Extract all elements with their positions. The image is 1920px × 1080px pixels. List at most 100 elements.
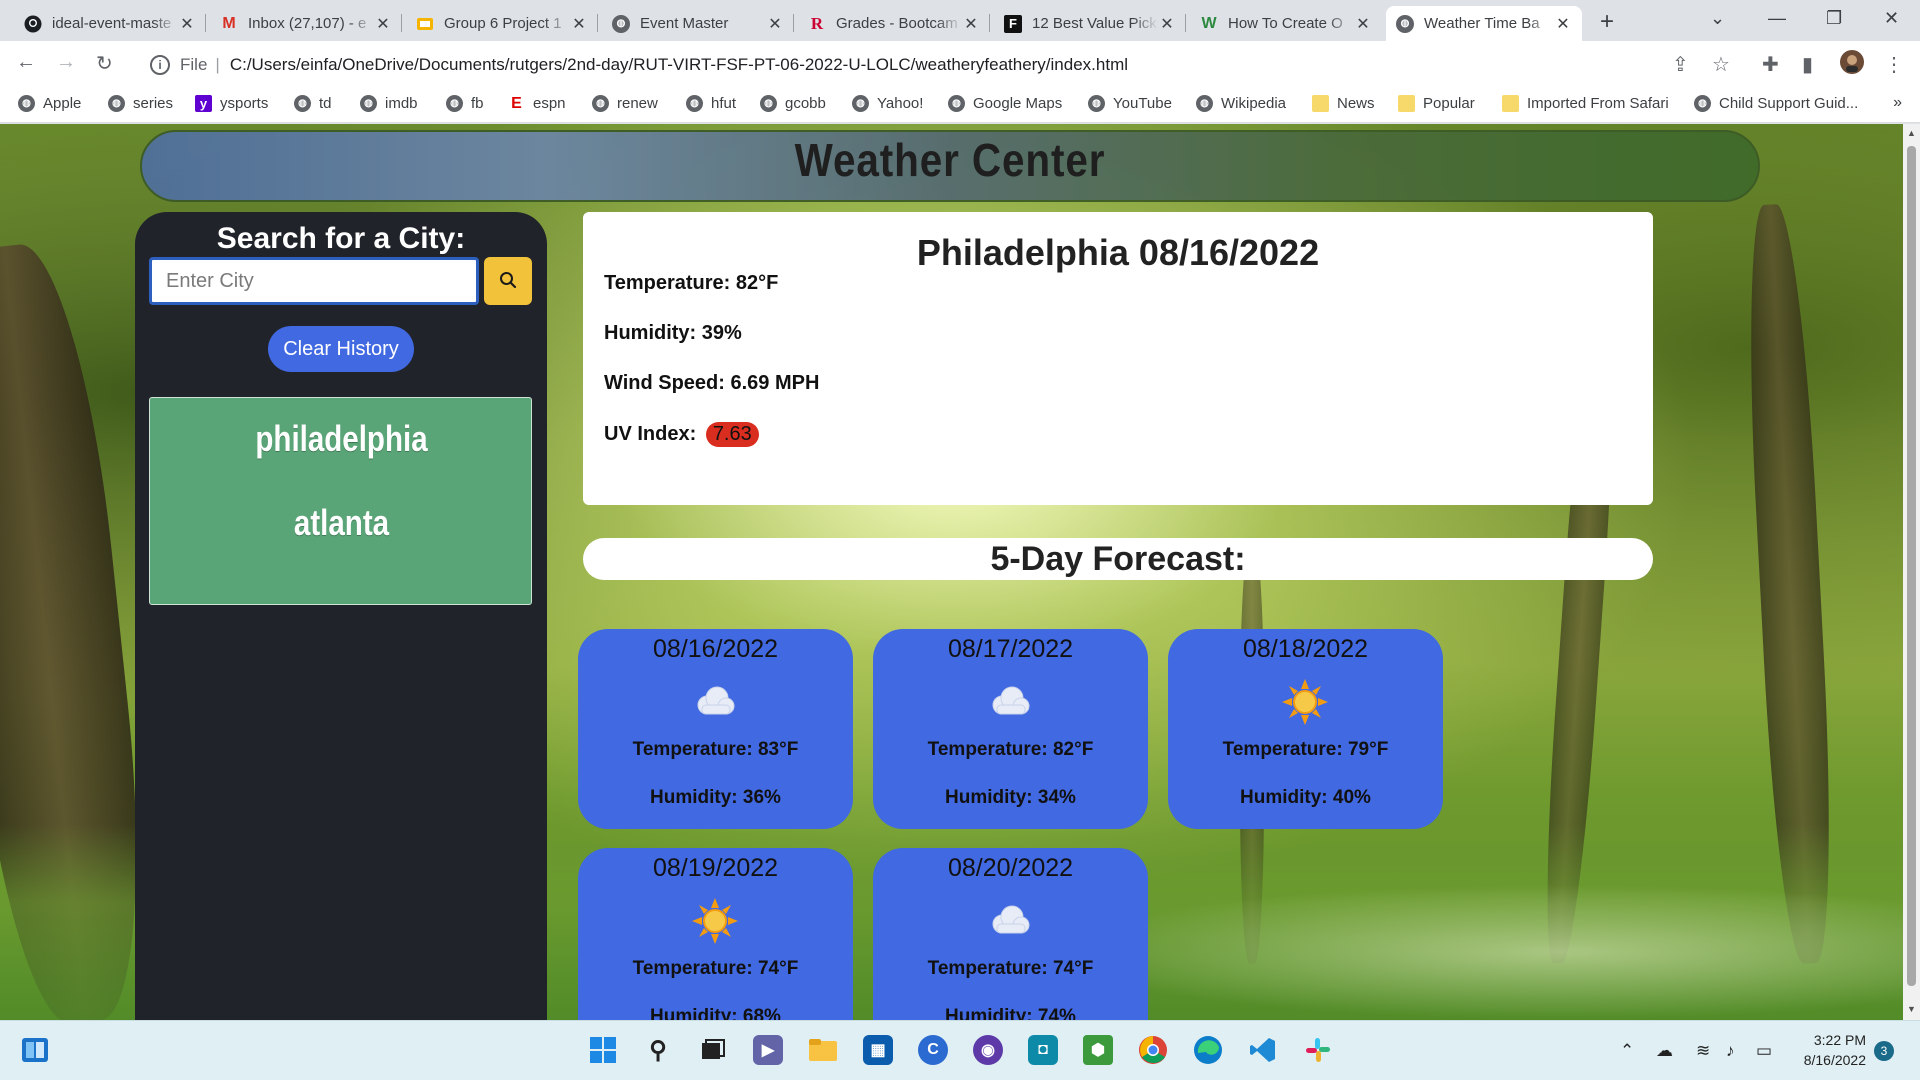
bookmark-wikipedia[interactable]: ◍ Wikipedia [1196, 95, 1286, 112]
tab-title: ideal-event-maste [52, 15, 172, 32]
globe-icon: ◍ [360, 95, 377, 112]
bookmark-espn[interactable]: Eespn [508, 95, 566, 113]
page-scrollbar[interactable]: ▲ ▼ [1903, 124, 1920, 1020]
extensions-icon[interactable]: ✚ [1762, 52, 1779, 77]
history-item-atlanta[interactable]: atlanta [184, 502, 498, 544]
globe-icon: ◍ [612, 14, 630, 33]
node-icon[interactable]: ⬢ [1083, 1035, 1113, 1065]
close-icon[interactable]: ✕ [1554, 14, 1572, 34]
search-icon[interactable]: ⚲ [643, 1035, 673, 1065]
forward-arrow-icon[interactable]: → [56, 51, 76, 74]
sun-icon [690, 896, 740, 946]
window-close-button[interactable]: ✕ [1884, 8, 1899, 29]
current-city-date: Philadelphia 08/16/2022 [916, 232, 1320, 273]
chrome-icon[interactable] [1138, 1035, 1168, 1065]
bookmark-child-support[interactable]: ◍ Child Support Guid... [1694, 95, 1858, 112]
bookmark-label: espn [533, 95, 566, 112]
windows-start-icon[interactable] [588, 1035, 618, 1065]
bookmark-renew[interactable]: ◍ renew [592, 95, 658, 112]
globe-icon: ◍ [852, 95, 869, 112]
bookmark-hfut[interactable]: ◍ hfut [686, 95, 736, 112]
sun-icon [1280, 677, 1330, 727]
teams-chat-icon[interactable]: ▶ [753, 1035, 783, 1065]
tab-github[interactable]: ideal-event-maste ✕ [14, 6, 206, 41]
new-tab-button[interactable]: + [1600, 8, 1614, 36]
store-icon[interactable]: ▦ [863, 1035, 893, 1065]
avatar[interactable] [1840, 50, 1864, 80]
forecast-humidity: Humidity: 68% [650, 1006, 781, 1020]
restore-button[interactable]: ❐ [1826, 8, 1842, 29]
bookmark-series[interactable]: ◍ series [108, 95, 173, 112]
edge-icon[interactable] [1193, 1035, 1223, 1065]
search-button[interactable] [484, 257, 532, 305]
scroll-up-icon[interactable]: ▲ [1907, 128, 1916, 138]
tab-grades[interactable]: R Grades - Bootcam ✕ [798, 6, 990, 41]
bookmark-google-maps[interactable]: ◍ Google Maps [948, 95, 1062, 112]
close-icon[interactable]: ✕ [1354, 14, 1372, 34]
tab-gmail[interactable]: M Inbox (27,107) - e ✕ [210, 6, 402, 41]
taskbar-clock[interactable]: 3:22 PM 8/16/2022 [1790, 1030, 1866, 1070]
close-icon[interactable]: ✕ [962, 14, 980, 34]
reload-icon[interactable]: ↻ [96, 51, 113, 76]
bookmark-apple[interactable]: ◍ Apple [18, 95, 81, 112]
scroll-down-icon[interactable]: ▼ [1907, 1004, 1916, 1014]
chevron-up-icon[interactable]: ⌃ [1620, 1041, 1634, 1061]
vscode-icon[interactable] [1248, 1035, 1278, 1065]
task-view-icon[interactable] [698, 1035, 728, 1065]
tab-slides[interactable]: Group 6 Project 1 ✕ [406, 6, 598, 41]
bookmark-imported[interactable]: Imported From Safari [1502, 95, 1669, 112]
tab-how-to[interactable]: W How To Create O ✕ [1190, 6, 1382, 41]
bookmark-gcobb[interactable]: ◍ gcobb [760, 95, 826, 112]
scrollbar-thumb[interactable] [1907, 146, 1916, 986]
globe-icon: ◍ [686, 95, 703, 112]
widgets-icon[interactable] [20, 1035, 50, 1065]
star-icon[interactable]: ☆ [1712, 52, 1730, 77]
close-icon[interactable]: ✕ [1158, 14, 1176, 34]
battery-icon[interactable]: ▭ [1756, 1041, 1772, 1061]
bookmark-yahoo[interactable]: ◍ Yahoo! [852, 95, 923, 112]
bookmark-fb[interactable]: ◍ fb [446, 95, 484, 112]
app-icon[interactable]: ◘ [1028, 1035, 1058, 1065]
bookmark-imdb[interactable]: ◍ imdb [360, 95, 418, 112]
close-icon[interactable]: ✕ [570, 14, 588, 34]
back-arrow-icon[interactable]: ← [16, 51, 36, 74]
tab-event-master[interactable]: ◍ Event Master ✕ [602, 6, 794, 41]
onedrive-icon[interactable]: ☁ [1656, 1041, 1673, 1061]
close-icon[interactable]: ✕ [178, 14, 196, 34]
folder-icon [1502, 95, 1519, 112]
bookmark-popular[interactable]: Popular [1398, 95, 1475, 112]
volume-icon[interactable]: ♪ [1726, 1041, 1735, 1061]
minimize-button[interactable]: — [1768, 8, 1786, 29]
bookmark-ysports[interactable]: y ysports [195, 95, 268, 112]
app-icon[interactable]: C [918, 1035, 948, 1065]
clear-history-button[interactable]: Clear History [268, 326, 414, 372]
slack-icon[interactable] [1303, 1035, 1333, 1065]
tab-search-icon[interactable]: ⌄ [1710, 8, 1725, 29]
file-explorer-icon[interactable] [808, 1035, 838, 1065]
url-bar[interactable]: i File | C:/Users/einfa/OneDrive/Documen… [136, 48, 1696, 82]
menu-icon[interactable]: ⋮ [1884, 52, 1904, 77]
bookmark-td[interactable]: ◍ td [294, 95, 332, 112]
city-search-input[interactable] [149, 257, 479, 305]
uv-label: UV Index: [604, 423, 697, 445]
notification-badge[interactable]: 3 [1874, 1041, 1894, 1061]
forecast-date: 08/20/2022 [947, 854, 1074, 882]
close-icon[interactable]: ✕ [374, 14, 392, 34]
bookmarks-overflow-icon[interactable]: » [1893, 94, 1902, 112]
tab-weather-active[interactable]: ◍ Weather Time Ba ✕ [1386, 6, 1582, 41]
history-item-philadelphia[interactable]: philadelphia [184, 418, 498, 460]
app-icon[interactable]: ◉ [973, 1035, 1003, 1065]
search-icon [499, 271, 517, 292]
tab-best-value[interactable]: F 12 Best Value Pick ✕ [994, 6, 1186, 41]
forecast-humidity: Humidity: 34% [945, 787, 1076, 808]
close-icon[interactable]: ✕ [766, 14, 784, 34]
bookmark-news[interactable]: News [1312, 95, 1375, 112]
wifi-icon[interactable]: ≋ [1696, 1041, 1710, 1061]
current-humidity: Humidity: 39% [604, 322, 742, 344]
share-icon[interactable]: ⇪ [1672, 52, 1689, 77]
info-icon[interactable]: i [150, 55, 170, 75]
sidepanel-icon[interactable]: ▮ [1802, 52, 1813, 77]
globe-icon: ◍ [948, 95, 965, 112]
bookmark-youtube[interactable]: ◍ YouTube [1088, 95, 1172, 112]
current-wind-speed: Wind Speed: 6.69 MPH [604, 372, 820, 394]
